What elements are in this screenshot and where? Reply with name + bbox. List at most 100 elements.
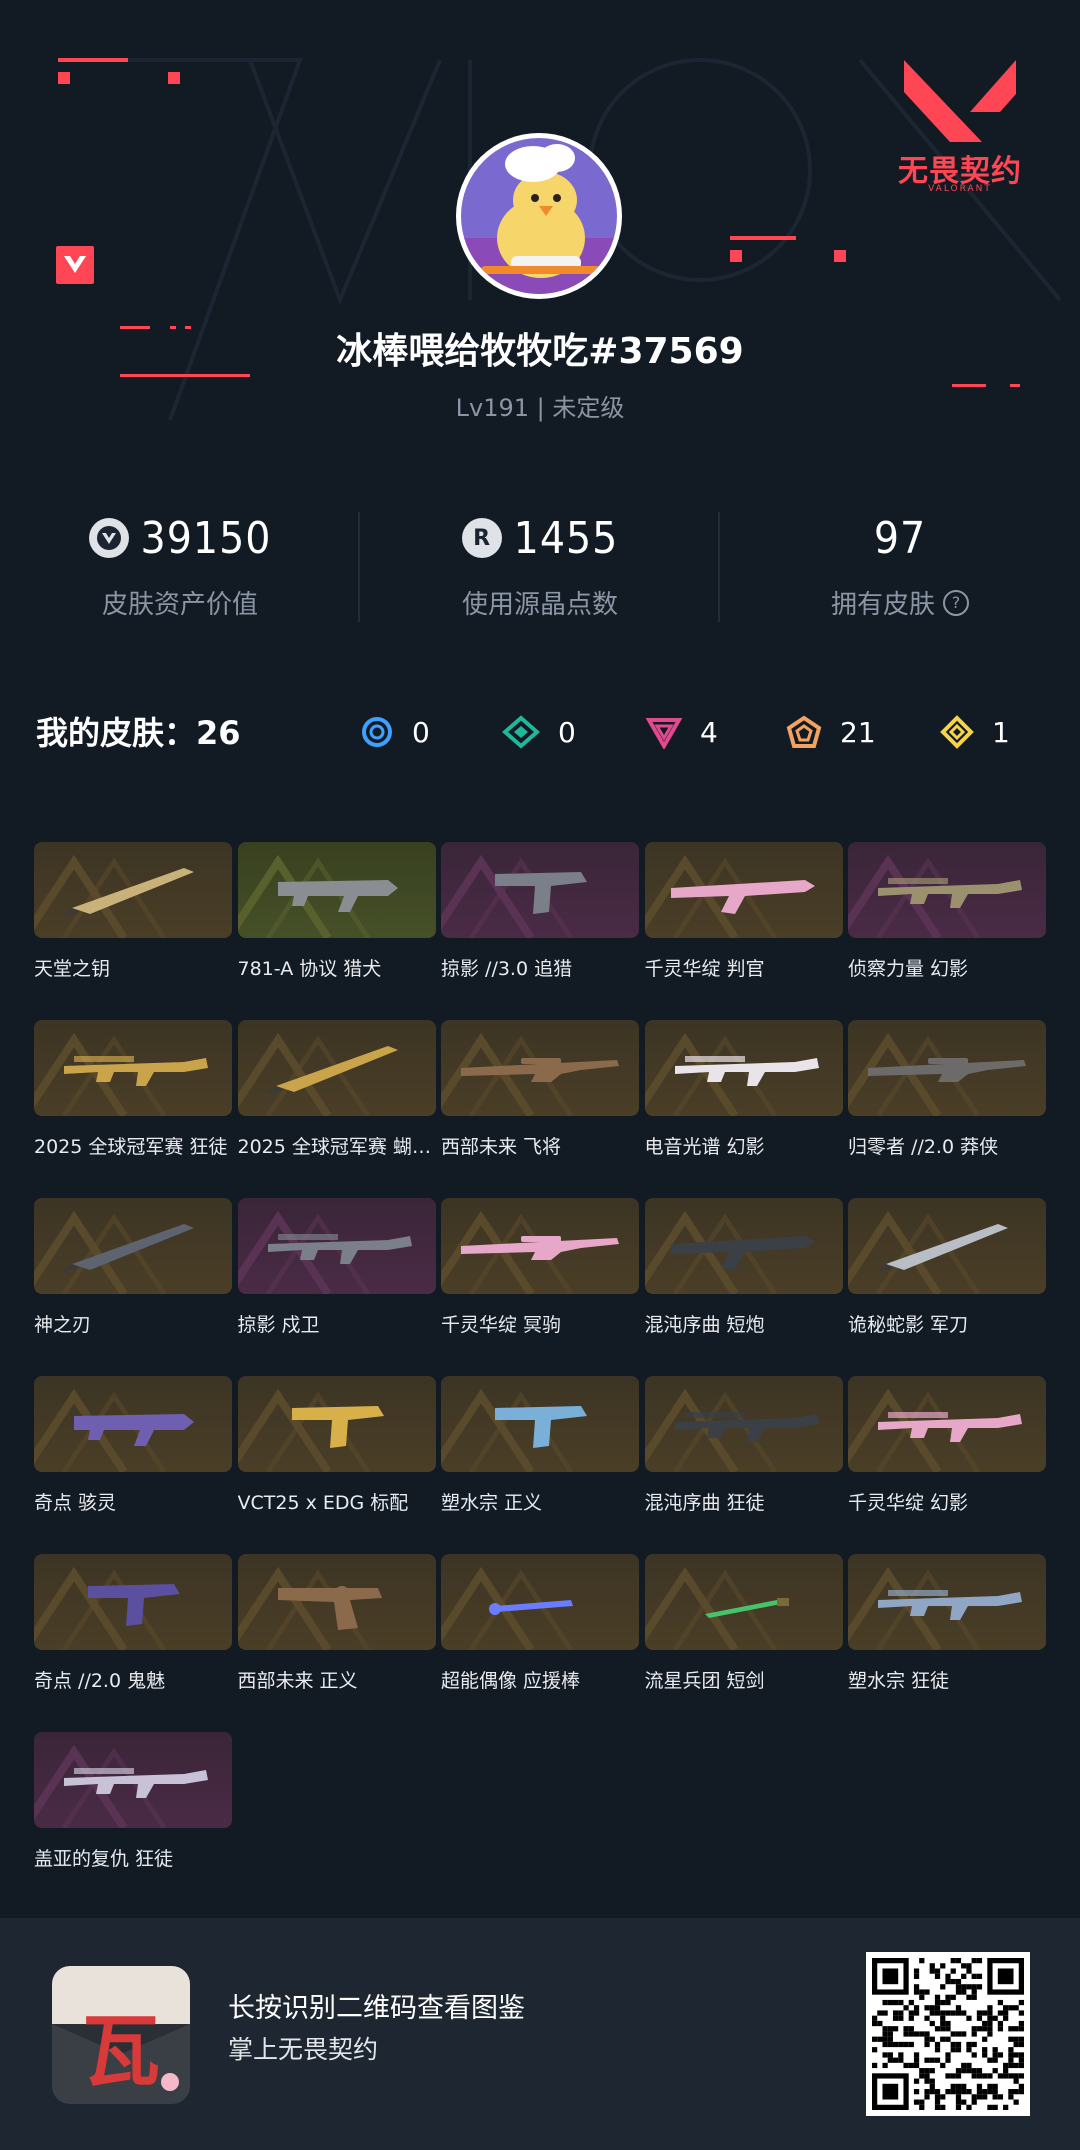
app-logo-icon: 瓦 <box>52 1966 190 2104</box>
skin-item[interactable]: 千灵华绽 幻影 <box>848 1376 1046 1526</box>
skin-card <box>848 1198 1046 1294</box>
weapon-icon <box>265 1046 398 1094</box>
skin-card <box>237 1020 436 1116</box>
valorant-points-icon <box>88 518 129 558</box>
skin-item[interactable]: 千灵华绽 冥驹 <box>441 1198 639 1348</box>
tier-count: 0 <box>412 715 430 749</box>
radianite-icon: R <box>461 518 502 558</box>
skin-item[interactable]: 2025 全球冠军赛 蝴蝶刀 <box>237 1020 436 1170</box>
skin-name: 电音光谱 幻影 <box>644 1136 765 1158</box>
skin-item[interactable]: 781-A 协议 猎犬 <box>237 842 436 992</box>
tier-count: 1 <box>992 715 1010 749</box>
skin-card <box>34 842 232 938</box>
skin-item[interactable]: 奇点 骇灵 <box>34 1376 232 1526</box>
level-separator: | <box>529 394 553 422</box>
skin-card <box>644 842 843 938</box>
skin-card <box>441 842 639 938</box>
level-text: Lv191 <box>455 394 530 422</box>
skin-card <box>848 1020 1046 1116</box>
skin-card <box>441 1554 639 1650</box>
qr-code[interactable] <box>866 1952 1030 2116</box>
skin-item[interactable]: 侦察力量 幻影 <box>848 842 1046 992</box>
skin-name: 神之刃 <box>34 1314 92 1336</box>
avatar-image <box>461 138 617 294</box>
tier-premium[interactable]: 4 <box>646 710 718 754</box>
skin-name: 千灵华绽 冥驹 <box>441 1314 562 1336</box>
skin-name: 混沌序曲 狂徒 <box>644 1492 765 1514</box>
skin-item[interactable]: 超能偶像 应援棒 <box>441 1554 639 1704</box>
skin-item[interactable]: 塑水宗 狂徒 <box>848 1554 1046 1704</box>
skin-name: 盖亚的复仇 狂徒 <box>34 1848 174 1870</box>
skin-name: 奇点 骇灵 <box>34 1492 117 1514</box>
tier-exclusive[interactable]: 21 <box>786 710 876 754</box>
skin-name: 混沌序曲 短炮 <box>644 1314 765 1336</box>
stat-skin-value: 39150 皮肤资产价值 <box>0 500 360 630</box>
app-icon[interactable]: 瓦 <box>52 1966 190 2104</box>
skin-item[interactable]: 2025 全球冠军赛 狂徒 <box>34 1020 232 1170</box>
skin-item[interactable]: 混沌序曲 狂徒 <box>644 1376 843 1526</box>
skin-name: 千灵华绽 判官 <box>644 958 765 980</box>
skin-item[interactable]: 归零者 //2.0 莽侠 <box>848 1020 1046 1170</box>
skin-name: 塑水宗 正义 <box>441 1492 543 1514</box>
skin-item[interactable]: 塑水宗 正义 <box>441 1376 639 1526</box>
app-icon-glyph: 瓦 <box>82 2006 160 2097</box>
tier-count: 21 <box>840 715 876 749</box>
skin-name: 天堂之钥 <box>34 958 111 980</box>
skin-summary: 我的皮肤：26 0 0 4 21 1 <box>0 700 1080 766</box>
stat-value: 1455 <box>513 512 619 564</box>
brand-subtitle: VALORANT <box>928 184 992 194</box>
skin-item[interactable]: 千灵华绽 判官 <box>644 842 843 992</box>
skin-name: 归零者 //2.0 莽侠 <box>848 1136 999 1158</box>
skin-item[interactable]: 电音光谱 幻影 <box>644 1020 843 1170</box>
exclusive-tier-icon <box>786 715 822 748</box>
skin-name: 2025 全球冠军赛 狂徒 <box>34 1136 228 1158</box>
skin-count-title: 我的皮肤：26 <box>36 714 241 752</box>
skin-card <box>34 1198 232 1294</box>
tier-select[interactable]: 0 <box>360 710 430 754</box>
valorant-logo-icon <box>904 60 1016 142</box>
skin-card <box>34 1554 232 1650</box>
weapon-icon <box>878 1590 1022 1620</box>
help-icon[interactable]: ? <box>943 589 969 616</box>
skin-card <box>237 1554 436 1650</box>
skin-name: 掠影 //3.0 追猎 <box>441 958 573 980</box>
skin-card <box>644 1020 843 1116</box>
avatar[interactable] <box>456 133 622 299</box>
skin-item[interactable]: 掠影 //3.0 追猎 <box>441 842 639 992</box>
skin-item[interactable]: 西部未来 正义 <box>237 1554 436 1704</box>
skin-item[interactable]: 天堂之钥 <box>34 842 232 992</box>
skin-card <box>34 1732 232 1828</box>
weapon-icon <box>277 880 398 912</box>
skin-item[interactable]: VCT25 x EDG 标配 <box>237 1376 436 1526</box>
stat-label: 使用源晶点数 <box>461 590 618 620</box>
skin-card <box>441 1020 639 1116</box>
skin-name: 掠影 戍卫 <box>237 1314 320 1336</box>
weapon-icon <box>291 1406 384 1448</box>
premium-tier-icon <box>646 718 682 749</box>
skin-item[interactable]: 西部未来 飞将 <box>441 1020 639 1170</box>
weapon-icon <box>878 878 1022 908</box>
weapon-icon <box>878 1412 1022 1442</box>
skin-name: 塑水宗 狂徒 <box>848 1670 950 1692</box>
weapon-icon <box>674 1412 819 1442</box>
skin-card <box>644 1198 843 1294</box>
qr-code-image <box>872 1958 1024 2110</box>
weapon-icon <box>62 1224 194 1272</box>
skin-item[interactable]: 掠影 戍卫 <box>237 1198 436 1348</box>
skin-item[interactable]: 混沌序曲 短炮 <box>644 1198 843 1348</box>
skin-item[interactable]: 诡秘蛇影 军刀 <box>848 1198 1046 1348</box>
skin-item[interactable]: 流星兵团 短剑 <box>644 1554 843 1704</box>
stat-owned-skins: 97 拥有皮肤 ? <box>720 500 1080 630</box>
skin-name: 781-A 协议 猎犬 <box>237 958 382 980</box>
skin-item[interactable]: 盖亚的复仇 狂徒 <box>34 1732 232 1882</box>
deluxe-tier-icon <box>502 715 540 749</box>
weapon-icon <box>62 868 194 916</box>
skin-item[interactable]: 神之刃 <box>34 1198 232 1348</box>
weapon-icon <box>704 1598 789 1618</box>
footer: 瓦 长按识别二维码查看图鉴 掌上无畏契约 <box>0 1918 1080 2150</box>
tier-deluxe[interactable]: 0 <box>502 710 576 754</box>
weapon-icon <box>670 1236 815 1270</box>
skin-item[interactable]: 奇点 //2.0 鬼魅 <box>34 1554 232 1704</box>
tier-ultra[interactable]: 1 <box>940 710 1010 754</box>
skin-card <box>644 1554 843 1650</box>
